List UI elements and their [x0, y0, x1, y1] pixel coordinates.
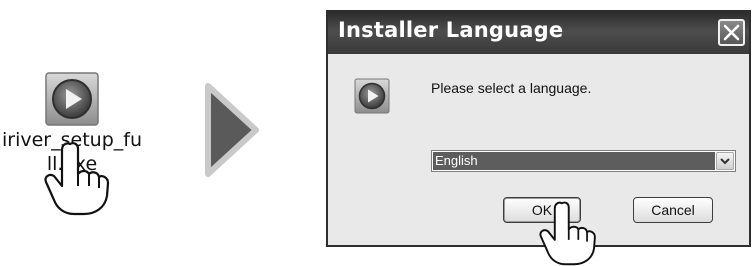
dialog-title: Installer Language — [338, 18, 564, 42]
ok-button[interactable]: OK — [503, 197, 581, 223]
media-play-icon — [354, 78, 390, 114]
file-label[interactable]: iriver_setup_full.exe — [2, 128, 142, 176]
chevron-down-icon — [720, 158, 730, 165]
language-select[interactable]: English — [431, 150, 736, 172]
dropdown-button[interactable] — [716, 152, 734, 170]
installer-language-dialog: Installer Language Please select a langu… — [326, 10, 751, 247]
language-select-value: English — [433, 152, 715, 170]
right-arrow-icon — [205, 83, 259, 177]
title-bar[interactable]: Installer Language — [328, 12, 749, 54]
prompt-text: Please select a language. — [431, 80, 592, 96]
close-icon — [723, 24, 740, 41]
close-button[interactable] — [718, 19, 745, 46]
cancel-button[interactable]: Cancel — [633, 197, 713, 223]
media-play-icon[interactable] — [44, 71, 100, 127]
